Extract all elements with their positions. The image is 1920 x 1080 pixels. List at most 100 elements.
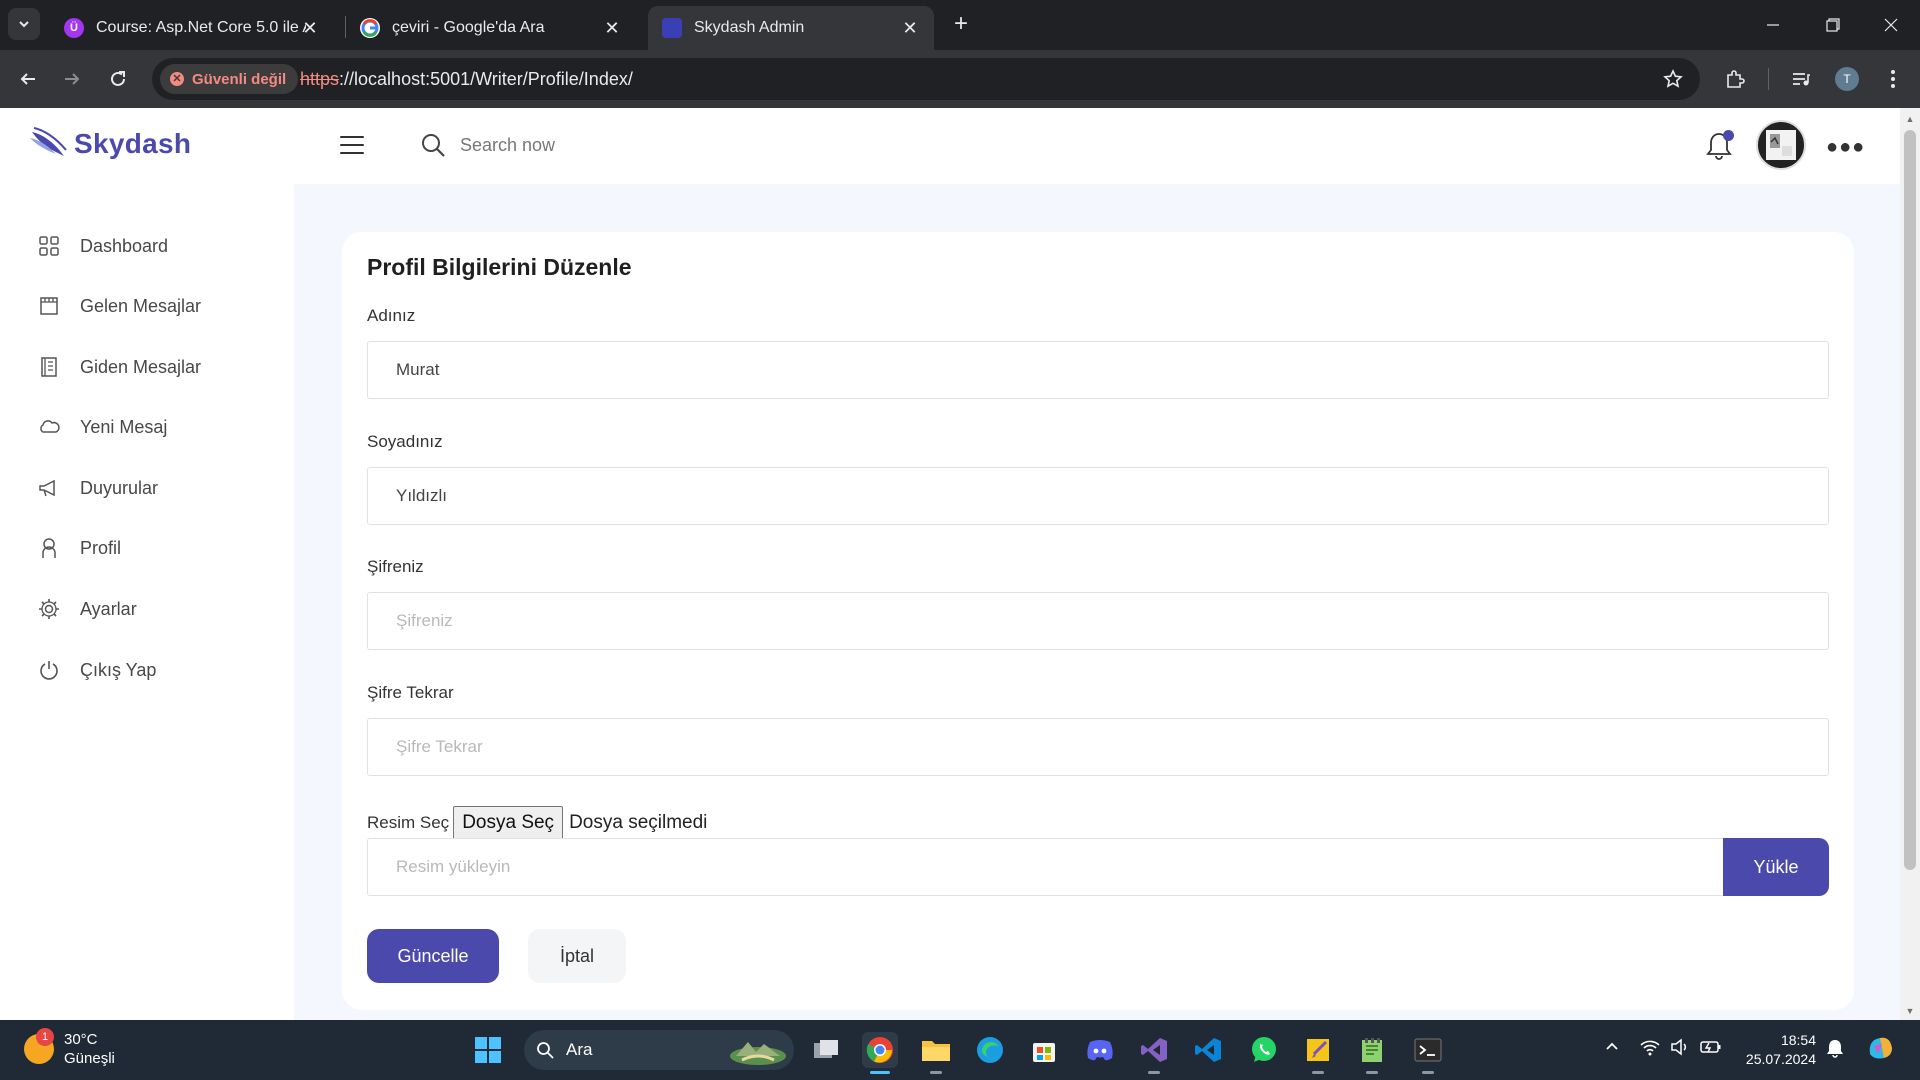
reload-icon[interactable] xyxy=(104,65,132,93)
more-options-icon[interactable]: ●●● xyxy=(1826,136,1865,159)
tab-title: Course: Asp.Net Core 5.0 ile Ad xyxy=(96,19,306,36)
running-indicator xyxy=(930,1071,942,1074)
taskbar-search-label: Ara xyxy=(566,1040,593,1059)
file-explorer-icon[interactable] xyxy=(918,1032,954,1074)
sidebar: Dashboard Gelen Mesajlar Giden Mesajlar … xyxy=(0,184,294,1020)
close-icon[interactable]: ✕ xyxy=(602,18,622,38)
restore-icon[interactable] xyxy=(1820,12,1846,38)
search-icon xyxy=(537,1042,554,1059)
sidebar-item-dashboard[interactable]: Dashboard xyxy=(38,226,168,266)
update-button[interactable]: Güncelle xyxy=(367,929,499,983)
copilot-icon[interactable] xyxy=(1864,1032,1896,1069)
cancel-button[interactable]: İptal xyxy=(528,929,626,983)
inbox-icon xyxy=(38,295,60,317)
microsoft-store-icon[interactable] xyxy=(1026,1032,1062,1068)
window-close-icon[interactable] xyxy=(1878,12,1904,38)
running-indicator xyxy=(1422,1071,1434,1074)
minimize-icon[interactable] xyxy=(1760,12,1786,38)
close-icon[interactable]: ✕ xyxy=(300,18,320,38)
gear-icon xyxy=(38,598,60,620)
notification-dot xyxy=(1723,130,1734,141)
app-search xyxy=(420,132,720,158)
browser-tab-bar: Ü Course: Asp.Net Core 5.0 ile Ad ✕ çevi… xyxy=(0,0,1920,50)
toolbar-divider xyxy=(1768,68,1769,90)
browser-tab-google[interactable]: çeviri - Google'da Ara ✕ xyxy=(346,6,636,50)
notifications-bell-icon[interactable] xyxy=(1706,130,1734,162)
start-button[interactable] xyxy=(470,1032,506,1068)
profile-edit-card: Profil Bilgilerini Düzenle Adınız Soyadı… xyxy=(342,232,1854,1010)
discord-icon[interactable] xyxy=(1082,1032,1118,1068)
skydash-logo-icon xyxy=(30,127,67,156)
security-chip[interactable]: ✕ Güvenli değil xyxy=(160,64,299,94)
edge-icon[interactable] xyxy=(972,1032,1008,1068)
wifi-icon[interactable] xyxy=(1640,1038,1660,1061)
taskbar-search[interactable]: Ara xyxy=(524,1030,794,1070)
google-icon xyxy=(360,18,380,38)
sun-icon: 1 xyxy=(24,1028,54,1064)
security-label: Güvenli değil xyxy=(192,70,287,88)
sidebar-item-giden-mesajlar[interactable]: Giden Mesajlar xyxy=(38,347,201,387)
notification-bell-icon[interactable] xyxy=(1826,1038,1844,1063)
search-input[interactable] xyxy=(460,134,720,156)
page-scrollbar[interactable]: ▲ ▼ xyxy=(1900,108,1920,1020)
sidebar-item-label: Dashboard xyxy=(80,235,169,256)
menu-toggle-icon[interactable] xyxy=(340,136,364,156)
battery-icon[interactable] xyxy=(1700,1038,1722,1061)
terminal-icon[interactable] xyxy=(1410,1032,1446,1074)
back-icon[interactable] xyxy=(14,65,42,93)
url-text[interactable]: https://localhost:5001/Writer/Profile/In… xyxy=(300,69,633,90)
clock-date: 25.07.2024 xyxy=(1745,1051,1816,1067)
megaphone-icon xyxy=(38,477,60,499)
scroll-down-icon[interactable]: ▼ xyxy=(1905,1006,1915,1016)
forward-icon[interactable] xyxy=(58,65,86,93)
volume-icon[interactable] xyxy=(1670,1038,1690,1061)
sidebar-item-gelen-mesajlar[interactable]: Gelen Mesajlar xyxy=(38,286,201,326)
password-repeat-field[interactable] xyxy=(367,718,1829,776)
browser-tab-skydash[interactable]: Skydash Admin ✕ xyxy=(648,6,934,50)
running-indicator xyxy=(1148,1071,1160,1074)
upload-button[interactable]: Yükle xyxy=(1723,838,1829,896)
last-name-field[interactable] xyxy=(367,467,1829,525)
weather-text: 30°C Güneşli xyxy=(64,1030,115,1068)
extensions-icon[interactable] xyxy=(1722,66,1748,92)
running-indicator xyxy=(1312,1071,1324,1074)
choose-file-button[interactable]: Dosya Seç xyxy=(453,806,564,840)
vscode-icon[interactable] xyxy=(1190,1032,1226,1068)
whatsapp-icon[interactable] xyxy=(1246,1032,1282,1068)
upload-input[interactable] xyxy=(367,838,1723,896)
url-path: ://localhost:5001/Writer/Profile/Index/ xyxy=(339,69,633,89)
address-bar[interactable]: ✕ Güvenli değil https://localhost:5001/W… xyxy=(152,58,1700,100)
scroll-up-icon[interactable]: ▲ xyxy=(1905,114,1915,124)
app-header: Skydash ●●● xyxy=(0,108,1900,184)
media-control-icon[interactable] xyxy=(1788,66,1814,92)
notepad-icon[interactable] xyxy=(1354,1032,1390,1074)
browser-toolbar: ✕ Güvenli değil https://localhost:5001/W… xyxy=(0,50,1920,108)
sidebar-item-ayarlar[interactable]: Ayarlar xyxy=(38,589,137,629)
taskbar-clock[interactable]: 18:54 25.07.2024 xyxy=(1740,1031,1816,1069)
scroll-thumb[interactable] xyxy=(1904,130,1916,870)
sidebar-item-label: Profil xyxy=(80,537,122,558)
brand-logo[interactable]: Skydash xyxy=(28,124,191,164)
bookmark-star-icon[interactable] xyxy=(1660,66,1686,92)
sticky-notes-icon[interactable] xyxy=(1300,1032,1336,1074)
sidebar-item-yeni-mesaj[interactable]: Yeni Mesaj xyxy=(38,407,167,447)
sidebar-item-duyurular[interactable]: Duyurular xyxy=(38,468,158,508)
first-name-field[interactable] xyxy=(367,341,1829,399)
cloud-icon xyxy=(38,416,60,438)
browser-profile-avatar[interactable]: T xyxy=(1835,67,1859,91)
password-field[interactable] xyxy=(367,592,1829,650)
sidebar-item-cikis-yap[interactable]: Çıkış Yap xyxy=(38,650,156,690)
close-icon[interactable]: ✕ xyxy=(900,18,920,38)
browser-tab-course[interactable]: Ü Course: Asp.Net Core 5.0 ile Ad ✕ xyxy=(50,6,334,50)
chrome-icon[interactable] xyxy=(862,1032,898,1074)
weather-widget[interactable]: 1 30°C Güneşli xyxy=(24,1028,115,1068)
visual-studio-icon[interactable] xyxy=(1136,1032,1172,1074)
task-view-icon[interactable] xyxy=(808,1032,844,1068)
sidebar-item-label: Duyurular xyxy=(80,477,159,498)
user-avatar[interactable] xyxy=(1756,120,1806,170)
kebab-menu-icon[interactable] xyxy=(1880,66,1906,92)
new-tab-button[interactable]: + xyxy=(948,12,974,38)
tray-overflow-icon[interactable] xyxy=(1604,1038,1620,1059)
tab-list-button[interactable] xyxy=(8,8,40,40)
sidebar-item-profil[interactable]: Profil xyxy=(38,528,121,568)
